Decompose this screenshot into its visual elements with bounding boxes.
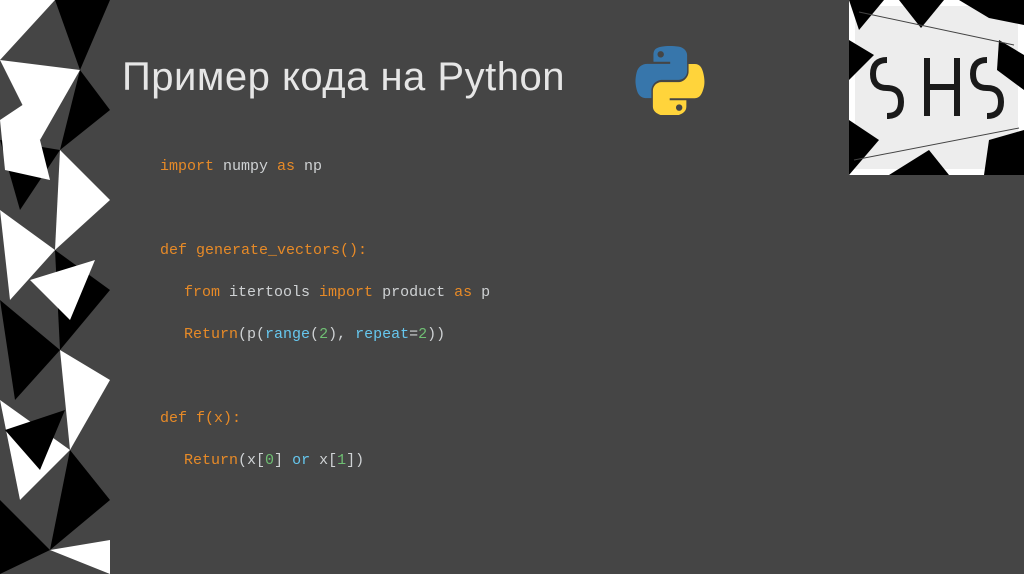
code-blank [160,198,574,219]
left-abstract-art [0,0,110,574]
code-block: import numpy as np def generate_vectors(… [160,135,574,574]
code-line: def f(x): [160,408,574,429]
slide-title: Пример кода на Python [122,55,565,100]
python-logo-icon [635,45,705,115]
code-line: Return(x[0] or x[1]) [184,450,574,471]
corner-abstract-logo [849,0,1024,175]
code-line: Return(p(range(2), repeat=2)) [184,324,574,345]
code-line: def generate_vectors(): [160,240,574,261]
code-blank [160,492,574,513]
code-blank [160,366,574,387]
code-line: import numpy as np [160,156,574,177]
code-line: from itertools import product as p [184,282,574,303]
code-blank [160,534,574,555]
triangles-icon [0,0,110,574]
